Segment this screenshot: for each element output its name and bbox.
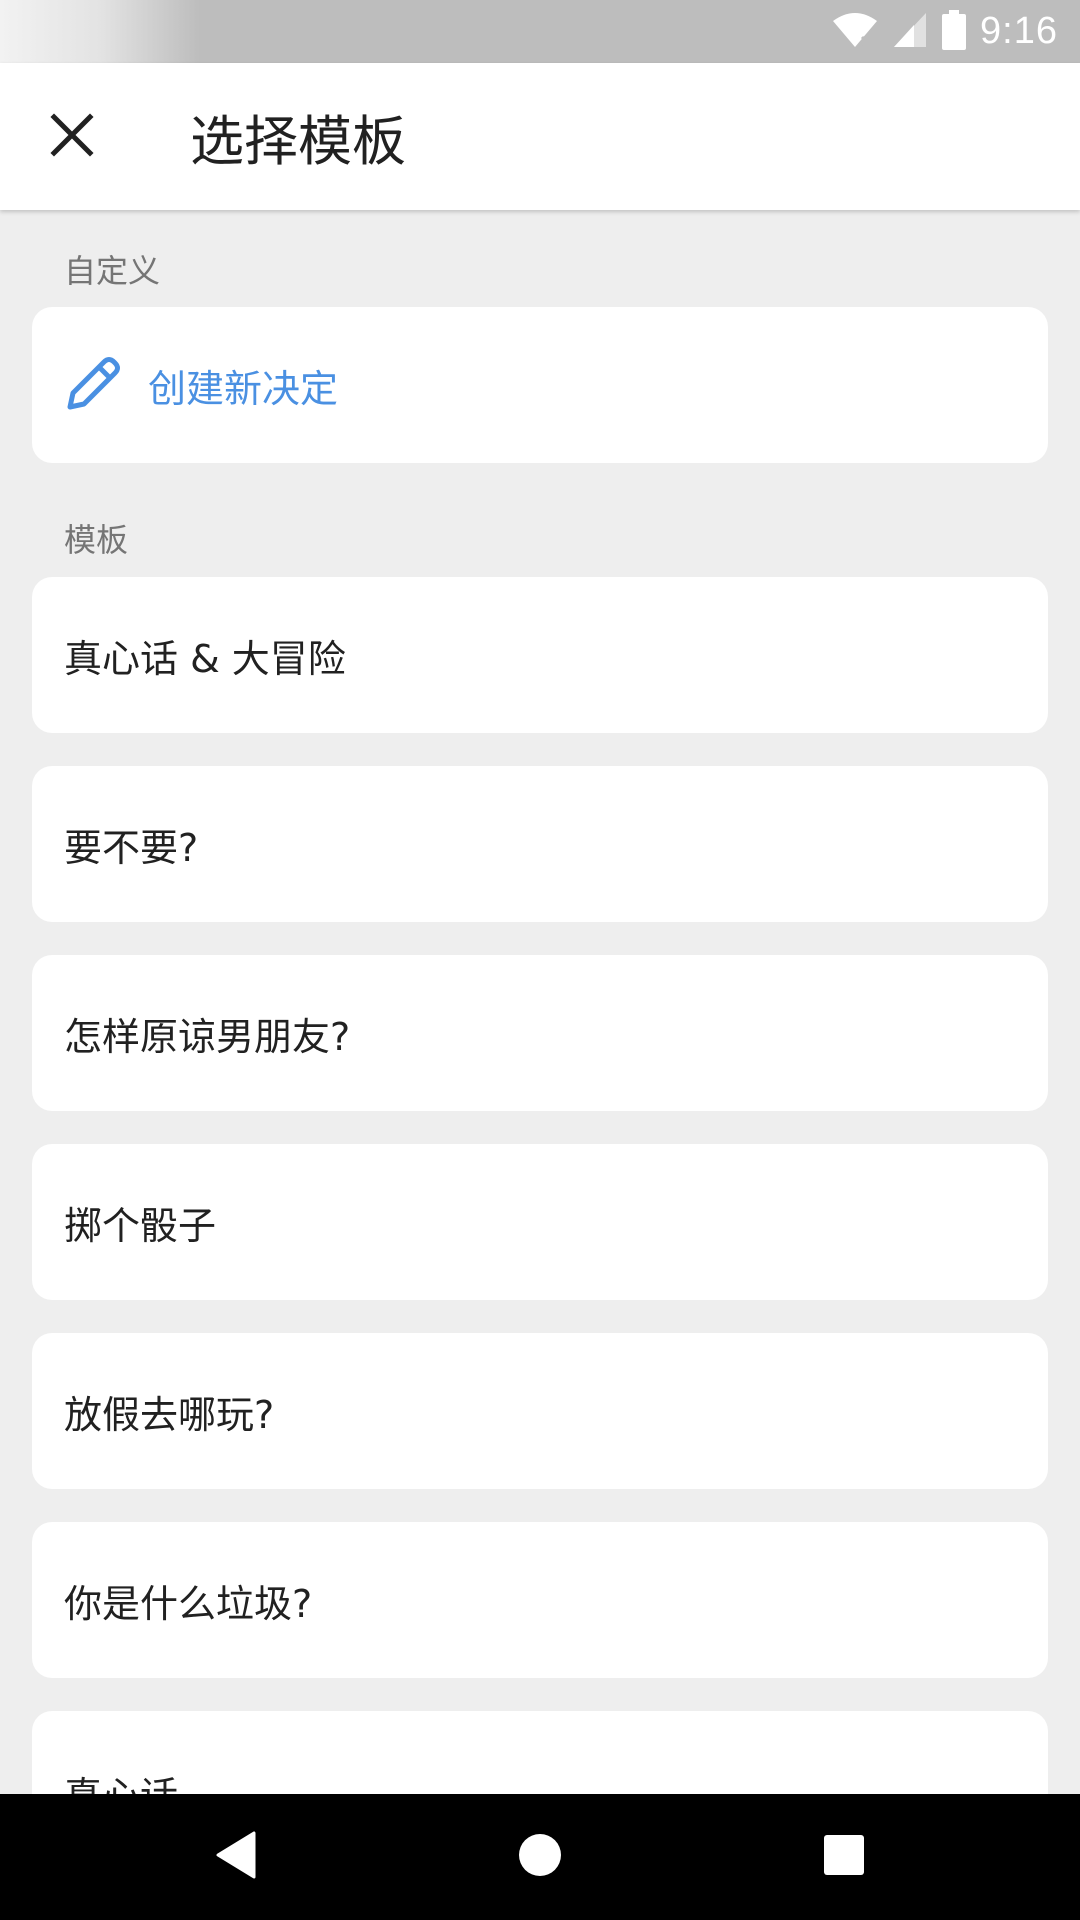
section-header-custom: 自定义 [64,252,161,290]
template-label: 真心话 & 大冒险 [64,636,346,681]
status-bar: 9:16 [0,0,1080,63]
notification-thumbnail [0,0,200,63]
close-icon [50,113,94,161]
signal-icon [892,11,928,53]
navigation-bar [0,1794,1080,1920]
template-item-what-trash[interactable]: 你是什么垃圾? [32,1522,1048,1678]
page-title: 选择模板 [190,110,406,173]
create-decision-button[interactable]: 创建新决定 [32,307,1048,463]
template-label: 你是什么垃圾? [64,1581,313,1626]
status-icons: 9:16 [832,0,1058,63]
recents-icon [823,1834,865,1880]
home-button[interactable] [480,1794,600,1920]
template-item-forgive-boyfriend[interactable]: 怎样原谅男朋友? [32,955,1048,1111]
template-label: 放假去哪玩? [64,1392,275,1437]
battery-icon [942,9,967,54]
recents-button[interactable] [784,1794,904,1920]
pencil-icon [64,353,124,417]
app-bar: 选择模板 [0,63,1080,210]
create-decision-label: 创建新决定 [148,366,339,411]
home-icon [518,1833,562,1881]
status-time: 9:16 [980,10,1058,52]
template-item-truth[interactable]: 真心话 [32,1711,1048,1794]
template-label: 掷个骰子 [64,1203,217,1248]
template-item-truth-or-dare[interactable]: 真心话 & 大冒险 [32,577,1048,733]
template-item-roll-dice[interactable]: 掷个骰子 [32,1144,1048,1300]
template-label: 真心话 [64,1765,178,1794]
back-icon [214,1831,258,1883]
template-item-vacation[interactable]: 放假去哪玩? [32,1333,1048,1489]
wifi-icon [832,11,878,53]
content-list[interactable]: 自定义 创建新决定 模板 真心话 & 大冒险 要不要? 怎样原谅男朋友? 掷个骰… [0,210,1080,1794]
back-button[interactable] [176,1794,296,1920]
template-item-yes-or-no[interactable]: 要不要? [32,766,1048,922]
section-header-templates: 模板 [64,521,129,559]
close-button[interactable] [36,101,108,173]
template-label: 要不要? [64,825,199,870]
template-label: 怎样原谅男朋友? [64,1014,351,1059]
